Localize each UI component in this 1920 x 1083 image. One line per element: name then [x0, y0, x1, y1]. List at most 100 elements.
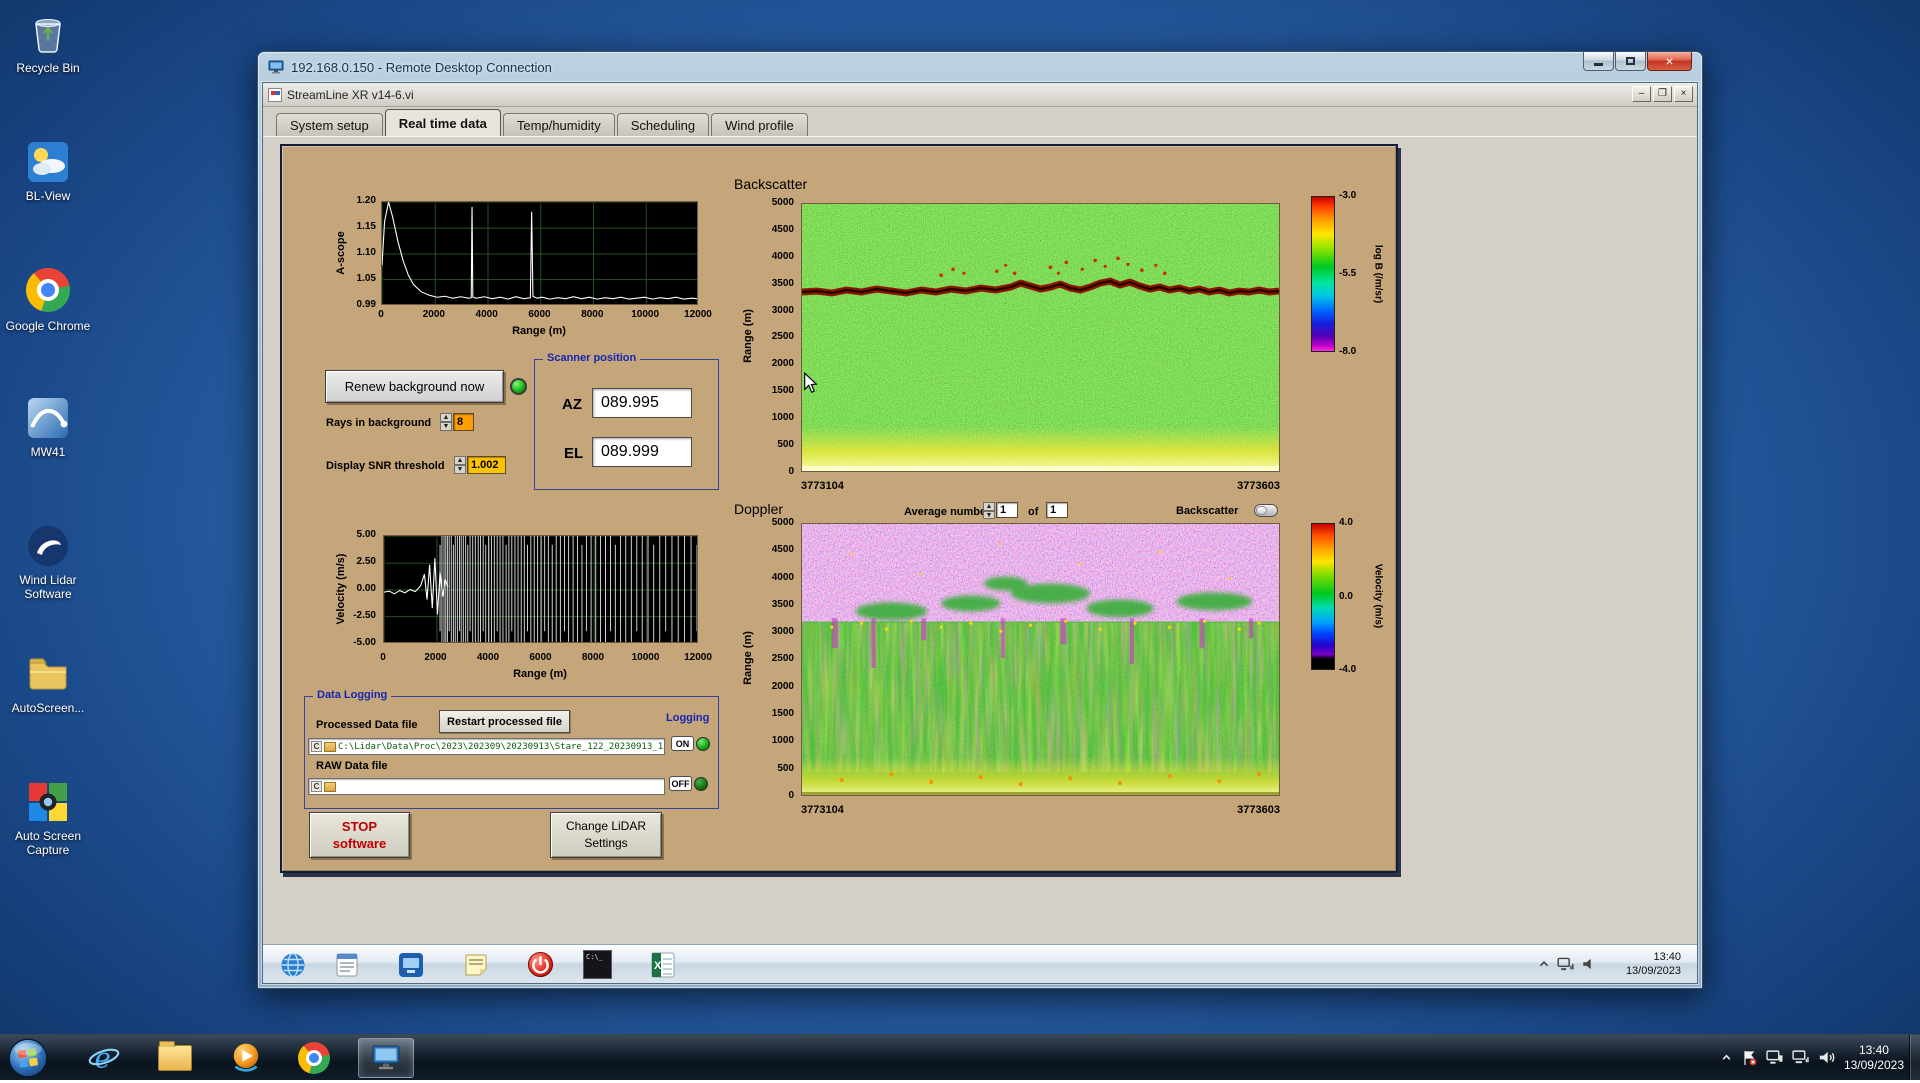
spinner-up-icon[interactable]: ▲ — [440, 413, 452, 422]
scanner-position-title: Scanner position — [543, 352, 640, 364]
average-spinner[interactable]: ▲▼ — [983, 502, 995, 519]
tick-label: 4500 — [772, 224, 794, 236]
tick-label: 500 — [777, 439, 794, 451]
remote-taskbar-browser-icon[interactable] — [278, 950, 307, 979]
tick-label: 6000 — [516, 309, 562, 321]
az-value-field[interactable]: 089.995 — [592, 388, 692, 418]
tab-temp-humidity[interactable]: Temp/humidity — [503, 113, 615, 136]
action-center-flag-icon[interactable] — [1741, 1050, 1757, 1066]
raw-path-field[interactable]: C — [308, 778, 665, 795]
tick-label: 4000 — [464, 309, 510, 321]
taskbar-clock[interactable]: 13:40 13/09/2023 — [1844, 1043, 1904, 1073]
processed-path-field[interactable]: C C:\Lidar\Data\Proc\2023\202309\2023091… — [308, 738, 665, 755]
tab-system-setup[interactable]: System setup — [276, 113, 383, 136]
wind-lidar-icon — [24, 522, 72, 570]
doppler-backscatter-toggle[interactable] — [1254, 504, 1278, 517]
remote-taskbar-power-icon[interactable] — [526, 950, 555, 979]
auto-screen-capture-icon — [24, 778, 72, 826]
desktop-icon-bl-view[interactable]: BL-View — [4, 138, 92, 203]
remote-hidden-icons-arrow[interactable] — [1538, 958, 1550, 970]
app-close-button[interactable]: × — [1674, 86, 1693, 102]
browse-folder-icon[interactable] — [324, 782, 336, 792]
real-time-data-page: A-scope 1.201.151.101.050.99 02000400060… — [263, 137, 1697, 944]
remote-taskbar-cmd-icon[interactable]: C:\_ — [583, 950, 612, 979]
snr-threshold-value[interactable]: 1.002 — [467, 456, 506, 474]
remote-desktop-session: StreamLine XR v14-6.vi – ❒ × System setu… — [262, 82, 1698, 984]
spinner-down-icon[interactable]: ▼ — [440, 422, 452, 431]
change-lidar-settings-button[interactable]: Change LiDARSettings — [550, 812, 662, 858]
spinner-up-icon[interactable]: ▲ — [983, 502, 995, 511]
tick-label: -2.50 — [353, 610, 376, 622]
ie-icon: e — [87, 1041, 121, 1075]
raw-data-file-label: RAW Data file — [316, 760, 388, 772]
average-total-value[interactable]: 1 — [1046, 502, 1068, 518]
spinner-down-icon[interactable]: ▼ — [983, 511, 995, 520]
backscatter-colorbar-ticks: -3.0-5.5-8.0 — [1339, 190, 1369, 358]
tab-real-time-data[interactable]: Real time data — [385, 109, 501, 136]
tick-label: 0 — [360, 652, 406, 664]
tick-label: 6000 — [518, 652, 564, 664]
el-value-field[interactable]: 089.999 — [592, 437, 692, 467]
doppler-colorbar-label: Velocity (m/s) — [1373, 564, 1384, 628]
rdc-minimize-button[interactable] — [1583, 52, 1614, 71]
start-button[interactable] — [8, 1038, 48, 1078]
spinner-down-icon[interactable]: ▼ — [454, 465, 466, 474]
tab-bar: System setup Real time data Temp/humidit… — [263, 107, 1697, 137]
taskbar-rdp-button[interactable] — [358, 1038, 414, 1078]
stop-software-button[interactable]: STOPsoftware — [309, 812, 410, 858]
tick-label: 10000 — [623, 652, 669, 664]
tick-label: -5.00 — [353, 637, 376, 649]
hidden-icons-arrow[interactable] — [1721, 1052, 1732, 1063]
tick-label: -3.0 — [1339, 190, 1356, 202]
tick-label: 1.20 — [357, 195, 376, 207]
desktop-icon-google-chrome[interactable]: Google Chrome — [4, 266, 92, 333]
doppler-colorbar-ticks: 4.00.0-4.0 — [1339, 517, 1369, 676]
remote-taskbar-notes-icon[interactable] — [461, 950, 490, 979]
desktop-icon-recycle-bin[interactable]: Recycle Bin — [4, 10, 92, 75]
tab-wind-profile[interactable]: Wind profile — [711, 113, 808, 136]
desktop-icon-label: BL-View — [4, 189, 92, 203]
rdc-restore-button[interactable] — [1615, 52, 1646, 71]
tick-label: 12000 — [675, 652, 721, 664]
renew-background-button[interactable]: Renew background now — [325, 370, 504, 403]
spinner-up-icon[interactable]: ▲ — [454, 456, 466, 465]
app-minimize-button[interactable]: – — [1632, 86, 1651, 102]
processed-logging-toggle[interactable]: ON — [671, 736, 710, 751]
average-number-value[interactable]: 1 — [996, 502, 1018, 518]
network-tray-icon[interactable] — [1792, 1050, 1809, 1065]
tab-scheduling[interactable]: Scheduling — [617, 113, 709, 136]
svg-text:X: X — [654, 960, 662, 972]
taskbar-ie-button[interactable]: e — [84, 1038, 124, 1078]
remote-taskbar-system-icon[interactable] — [396, 950, 425, 979]
restart-processed-file-button[interactable]: Restart processed file — [439, 710, 570, 733]
remote-taskbar-spreadsheet-icon[interactable]: X — [648, 950, 677, 979]
ascope-xlabel: Range (m) — [512, 325, 566, 337]
show-desktop-button[interactable] — [1909, 1035, 1920, 1080]
chrome-icon — [24, 268, 72, 316]
app-maximize-button[interactable]: ❒ — [1653, 86, 1672, 102]
rdc-close-button[interactable]: × — [1647, 52, 1692, 71]
raw-logging-toggle[interactable]: OFF — [669, 776, 708, 791]
browse-folder-icon[interactable] — [324, 742, 336, 752]
remote-volume-icon[interactable] — [1581, 957, 1597, 971]
desktop-icon-wind-lidar[interactable]: Wind Lidar Software — [4, 522, 92, 601]
recycle-bin-icon — [24, 10, 72, 58]
rays-spinner[interactable]: ▲▼ — [440, 413, 452, 431]
tick-label: 2500 — [772, 331, 794, 343]
desktop-icon-auto-screen-capture[interactable]: Auto Screen Capture — [4, 778, 92, 857]
remote-network-icon[interactable] — [1557, 957, 1574, 972]
doppler-title: Doppler — [734, 501, 783, 517]
toggle-knob-icon — [694, 777, 708, 791]
taskbar-chrome-button[interactable] — [294, 1038, 334, 1078]
taskbar-explorer-button[interactable] — [155, 1038, 195, 1078]
volume-tray-icon[interactable] — [1818, 1050, 1835, 1065]
remote-taskbar-notepad-icon[interactable] — [332, 950, 361, 979]
rdp-session-tray-icon[interactable] — [1766, 1050, 1783, 1065]
desktop-icon-mw41[interactable]: MW41 — [4, 394, 92, 459]
snr-spinner[interactable]: ▲▼ — [454, 456, 466, 474]
taskbar-wmp-button[interactable] — [226, 1038, 266, 1078]
rays-in-background-value[interactable]: 8 — [453, 413, 474, 431]
desktop-icon-autoscreen-folder[interactable]: AutoScreen... — [4, 650, 92, 715]
tick-label: 3000 — [772, 305, 794, 317]
remote-clock[interactable]: 13:40 13/09/2023 — [1626, 950, 1681, 978]
